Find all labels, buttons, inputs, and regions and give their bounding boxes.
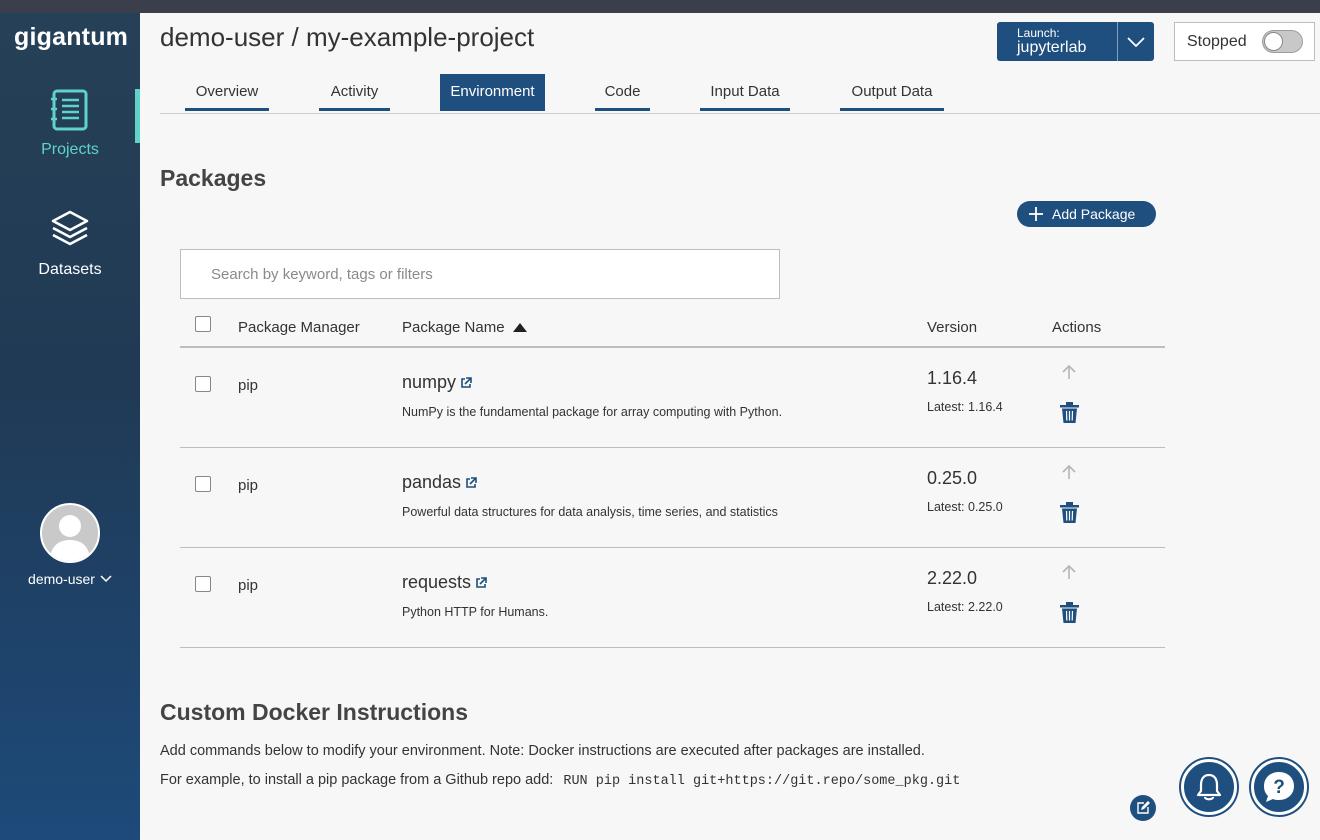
external-link-icon bbox=[476, 576, 487, 588]
pencil-icon bbox=[1137, 801, 1150, 814]
tab-activity[interactable]: Activity bbox=[319, 74, 390, 111]
tab-code[interactable]: Code bbox=[595, 74, 650, 111]
tab-environment[interactable]: Environment bbox=[440, 74, 545, 111]
user-silhouette-icon bbox=[50, 515, 90, 561]
launch-button[interactable]: Launch: jupyterlab bbox=[997, 22, 1118, 61]
trash-icon[interactable] bbox=[1060, 402, 1079, 423]
package-description: Python HTTP for Humans. bbox=[402, 605, 549, 619]
project-tabs: Overview Activity Environment Code Input… bbox=[160, 74, 1320, 114]
sort-ascending-icon bbox=[512, 323, 527, 332]
row-checkbox[interactable] bbox=[195, 376, 211, 392]
app-logo[interactable]: gigantum bbox=[14, 23, 128, 52]
sidebar-item-projects[interactable]: Projects bbox=[0, 89, 140, 159]
table-row: pip pandas Powerful data structures for … bbox=[180, 448, 1165, 548]
table-header: Package Manager Package Name Version Act… bbox=[180, 308, 1165, 348]
launch-dropdown-button[interactable] bbox=[1118, 22, 1154, 61]
column-header-actions: Actions bbox=[1052, 319, 1102, 336]
launch-caption: Launch: bbox=[1017, 26, 1060, 40]
arrow-up-icon[interactable] bbox=[1061, 564, 1077, 580]
package-latest-version: Latest: 1.16.4 bbox=[927, 400, 1003, 414]
sidebar-item-label: Datasets bbox=[38, 261, 102, 278]
packages-table: Package Manager Package Name Version Act… bbox=[180, 308, 1165, 648]
sidebar-item-label: Projects bbox=[41, 141, 99, 158]
package-latest-version: Latest: 0.25.0 bbox=[927, 500, 1003, 514]
layers-icon bbox=[51, 210, 89, 246]
row-checkbox[interactable] bbox=[195, 476, 211, 492]
arrow-up-icon[interactable] bbox=[1061, 364, 1077, 380]
column-header-manager[interactable]: Package Manager bbox=[238, 319, 360, 336]
package-manager: pip bbox=[238, 377, 259, 394]
table-row: pip requests Python HTTP for Humans. 2.2… bbox=[180, 548, 1165, 648]
plus-icon bbox=[1029, 207, 1043, 221]
avatar[interactable] bbox=[40, 503, 100, 563]
packages-heading: Packages bbox=[160, 165, 267, 191]
external-link-icon bbox=[466, 476, 477, 488]
add-package-button[interactable]: Add Package bbox=[1017, 201, 1156, 227]
package-name: numpy bbox=[402, 372, 457, 392]
docker-example-text: For example, to install a pip package fr… bbox=[160, 772, 554, 788]
user-name: demo-user bbox=[28, 571, 95, 587]
external-link-icon bbox=[461, 376, 472, 388]
package-manager: pip bbox=[238, 477, 259, 494]
status-toggle[interactable] bbox=[1262, 30, 1303, 53]
package-version: 1.16.4 bbox=[927, 368, 978, 388]
select-all-checkbox[interactable] bbox=[195, 316, 211, 332]
add-package-label: Add Package bbox=[1052, 206, 1136, 222]
edit-docker-button[interactable] bbox=[1130, 795, 1156, 821]
tab-output-data[interactable]: Output Data bbox=[840, 74, 944, 111]
package-name: pandas bbox=[402, 472, 462, 492]
package-name-link[interactable]: requests bbox=[402, 572, 487, 593]
help-bubble-icon: ? bbox=[1264, 772, 1294, 802]
help-button[interactable]: ? bbox=[1251, 759, 1307, 815]
package-description: NumPy is the fundamental package for arr… bbox=[402, 405, 783, 419]
sidebar-item-datasets[interactable]: Datasets bbox=[0, 209, 140, 279]
bell-icon bbox=[1196, 773, 1222, 801]
tab-overview[interactable]: Overview bbox=[185, 74, 269, 111]
tab-input-data[interactable]: Input Data bbox=[700, 74, 790, 111]
package-name-link[interactable]: pandas bbox=[402, 472, 477, 493]
page-title: demo-user / my-example-project bbox=[160, 22, 535, 52]
docker-description: Add commands below to modify your enviro… bbox=[160, 743, 925, 759]
column-header-name-label: Package Name bbox=[402, 319, 505, 336]
chevron-down-icon bbox=[100, 575, 112, 583]
package-version: 0.25.0 bbox=[927, 468, 978, 488]
trash-icon[interactable] bbox=[1060, 502, 1079, 523]
package-latest-version: Latest: 2.22.0 bbox=[927, 600, 1003, 614]
window-top-bar bbox=[0, 0, 1320, 13]
svg-text:?: ? bbox=[1273, 777, 1285, 798]
arrow-up-icon[interactable] bbox=[1061, 464, 1077, 480]
column-header-version: Version bbox=[927, 319, 978, 336]
row-checkbox[interactable] bbox=[195, 576, 211, 592]
column-header-name[interactable]: Package Name bbox=[402, 319, 527, 336]
active-indicator bbox=[135, 89, 140, 143]
user-menu[interactable]: demo-user bbox=[0, 503, 140, 589]
table-row: pip numpy NumPy is the fundamental packa… bbox=[180, 348, 1165, 448]
trash-icon[interactable] bbox=[1060, 602, 1079, 623]
status-label: Stopped bbox=[1187, 32, 1247, 50]
package-name: requests bbox=[402, 572, 472, 592]
package-description: Powerful data structures for data analys… bbox=[402, 505, 778, 519]
docker-example-code: RUN pip install git+https://git.repo/som… bbox=[563, 774, 961, 789]
project-status: Stopped bbox=[1174, 22, 1315, 61]
docker-heading: Custom Docker Instructions bbox=[160, 699, 468, 725]
package-name-link[interactable]: numpy bbox=[402, 372, 472, 393]
user-name-dropdown[interactable]: demo-user bbox=[28, 571, 112, 587]
chevron-down-icon bbox=[1127, 36, 1145, 47]
launch-tool: jupyterlab bbox=[1017, 39, 1087, 56]
notebook-icon bbox=[51, 89, 88, 131]
docker-example: For example, to install a pip package fr… bbox=[160, 772, 960, 789]
package-manager: pip bbox=[238, 577, 259, 594]
launch-control: Launch: jupyterlab bbox=[997, 22, 1154, 61]
notifications-button[interactable] bbox=[1181, 759, 1237, 815]
sidebar: gigantum Projects Datasets demo-user bbox=[0, 13, 140, 840]
package-search-input[interactable] bbox=[180, 249, 780, 299]
toggle-knob bbox=[1264, 32, 1283, 51]
package-version: 2.22.0 bbox=[927, 568, 978, 588]
